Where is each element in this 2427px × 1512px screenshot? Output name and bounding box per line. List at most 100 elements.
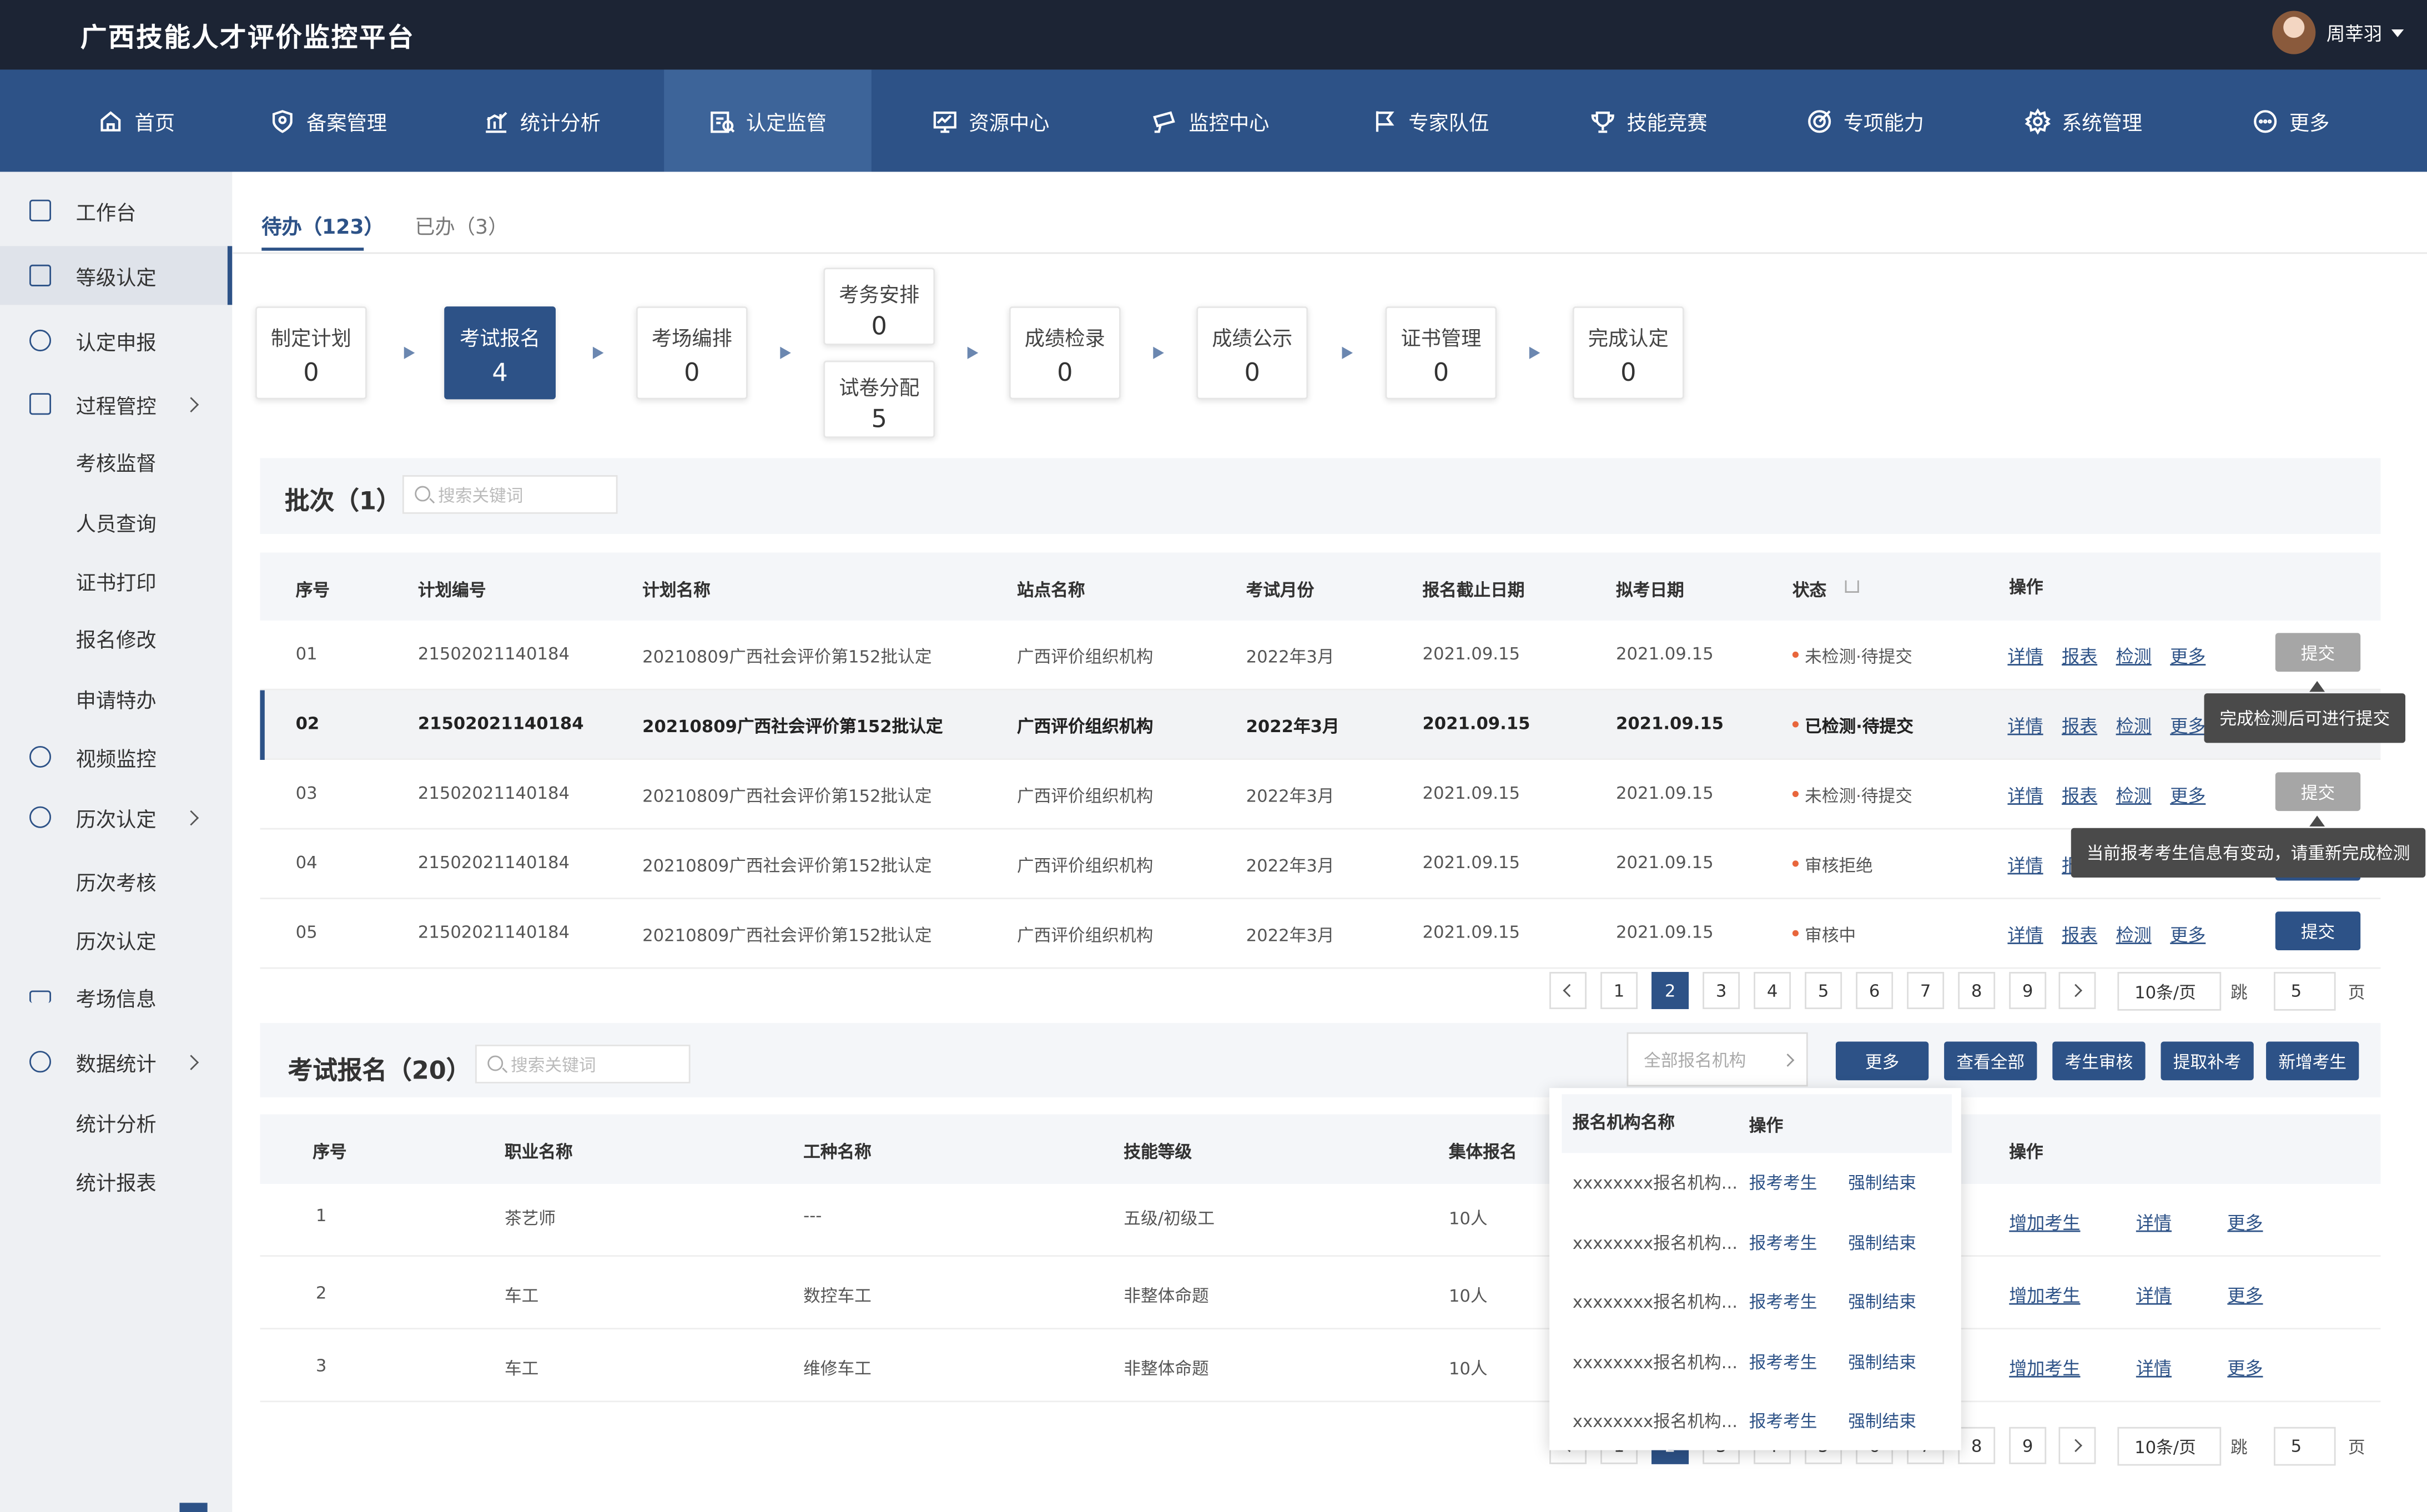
- report-link[interactable]: 报表: [2062, 644, 2097, 669]
- check-link[interactable]: 检测: [2116, 783, 2152, 808]
- page-button[interactable]: 6: [1856, 972, 1894, 1009]
- sidebar-item-workbench[interactable]: 工作台: [0, 181, 232, 240]
- user-name[interactable]: 周莘羽: [2327, 20, 2382, 46]
- step-complete[interactable]: 完成认定 0: [1572, 306, 1684, 400]
- nav-monitor[interactable]: 监控中心: [1127, 69, 1294, 172]
- detail-link[interactable]: 详情: [2007, 923, 2043, 947]
- filter-icon[interactable]: [1845, 580, 1859, 593]
- next-page-button[interactable]: [2058, 1427, 2096, 1464]
- detail-link[interactable]: 详情: [2136, 1283, 2172, 1308]
- page-button[interactable]: 9: [2009, 1427, 2047, 1464]
- detail-link[interactable]: 详情: [2007, 783, 2043, 808]
- more-button[interactable]: 更多: [1835, 1041, 1929, 1081]
- sidebar-sub-report[interactable]: 统计报表: [76, 1167, 157, 1197]
- nav-special[interactable]: 专项能力: [1781, 69, 1948, 172]
- force-end-link[interactable]: 强制结束: [1848, 1229, 1916, 1254]
- step-certificate[interactable]: 证书管理 0: [1385, 306, 1497, 400]
- nav-stats[interactable]: 统计分析: [458, 69, 625, 172]
- detail-link[interactable]: 详情: [2007, 644, 2043, 669]
- force-end-link[interactable]: 强制结束: [1848, 1349, 1916, 1374]
- add-candidate-link[interactable]: 增加考生: [2009, 1283, 2080, 1308]
- page-button[interactable]: 4: [1754, 972, 1791, 1009]
- tab-done[interactable]: 已办（3）: [415, 210, 508, 240]
- org-select[interactable]: 全部报名机构: [1627, 1032, 1808, 1087]
- submit-button[interactable]: 提交: [2275, 911, 2361, 951]
- nav-system[interactable]: 系统管理: [2000, 69, 2167, 172]
- nav-more[interactable]: 更多: [2229, 69, 2353, 172]
- sidebar-sub-people[interactable]: 人员查询: [76, 508, 157, 537]
- sidebar-sub-history-exam[interactable]: 历次考核: [76, 866, 157, 896]
- nav-contest[interactable]: 技能竞赛: [1565, 69, 1732, 172]
- more-link[interactable]: 更多: [2170, 783, 2206, 808]
- sidebar-item-process[interactable]: 过程管控: [0, 375, 232, 434]
- nav-certify[interactable]: 认定监管: [664, 69, 872, 172]
- submit-button[interactable]: 提交: [2275, 633, 2361, 672]
- step-affairs[interactable]: 考务安排 0: [823, 268, 935, 345]
- sidebar-item-apply[interactable]: 认定申报: [0, 311, 232, 370]
- add-candidate-link[interactable]: 增加考生: [2009, 1356, 2080, 1381]
- user-menu-caret-icon[interactable]: [2391, 29, 2404, 37]
- sidebar-sub-special[interactable]: 申请特办: [76, 684, 157, 714]
- more-link[interactable]: 更多: [2170, 923, 2206, 947]
- enroll-candidate-link[interactable]: 报考考生: [1749, 1229, 1817, 1254]
- step-venue[interactable]: 考场编排 0: [636, 306, 748, 400]
- step-paper[interactable]: 试卷分配 5: [823, 360, 935, 439]
- more-link[interactable]: 更多: [2227, 1283, 2263, 1308]
- detail-link[interactable]: 详情: [2007, 713, 2043, 738]
- avatar[interactable]: [2272, 11, 2316, 54]
- more-link[interactable]: 更多: [2227, 1210, 2263, 1235]
- more-link[interactable]: 更多: [2170, 713, 2206, 738]
- page-button[interactable]: 9: [2009, 972, 2047, 1009]
- enroll-candidate-link[interactable]: 报考考生: [1749, 1408, 1817, 1433]
- detail-link[interactable]: 详情: [2136, 1210, 2172, 1235]
- sidebar-sub-history-certify[interactable]: 历次认定: [76, 925, 157, 955]
- more-link[interactable]: 更多: [2170, 644, 2206, 669]
- check-link[interactable]: 检测: [2116, 644, 2152, 669]
- makeup-button[interactable]: 提取补考: [2161, 1041, 2254, 1081]
- force-end-link[interactable]: 强制结束: [1848, 1170, 1916, 1195]
- sidebar-sub-print[interactable]: 证书打印: [76, 567, 157, 596]
- enroll-search-input[interactable]: 搜索关键词: [475, 1045, 691, 1083]
- enroll-candidate-link[interactable]: 报考考生: [1749, 1289, 1817, 1314]
- sidebar-sub-analysis[interactable]: 统计分析: [76, 1108, 157, 1138]
- force-end-link[interactable]: 强制结束: [1848, 1408, 1916, 1433]
- jump-input[interactable]: 5: [2274, 1427, 2336, 1466]
- step-score-publish[interactable]: 成绩公示 0: [1196, 306, 1308, 400]
- sidebar-sub-supervise[interactable]: 考核监督: [76, 447, 157, 477]
- page-button[interactable]: 8: [1958, 1427, 1996, 1464]
- report-link[interactable]: 报表: [2062, 783, 2097, 808]
- page-button[interactable]: 1: [1600, 972, 1638, 1009]
- page-button[interactable]: 8: [1958, 972, 1996, 1009]
- page-button[interactable]: 2: [1651, 972, 1689, 1009]
- jump-input[interactable]: 5: [2274, 972, 2336, 1011]
- sidebar-item-venue[interactable]: 考场信息: [0, 967, 232, 1026]
- check-link[interactable]: 检测: [2116, 713, 2152, 738]
- sidebar-sub-modify[interactable]: 报名修改: [76, 624, 157, 653]
- more-link[interactable]: 更多: [2227, 1356, 2263, 1381]
- tab-todo[interactable]: 待办（123）: [261, 210, 384, 240]
- prev-page-button[interactable]: [1549, 972, 1587, 1009]
- page-button[interactable]: 3: [1703, 972, 1740, 1009]
- report-link[interactable]: 报表: [2062, 923, 2097, 947]
- nav-resource[interactable]: 资源中心: [907, 69, 1074, 172]
- enroll-candidate-link[interactable]: 报考考生: [1749, 1170, 1817, 1195]
- force-end-link[interactable]: 强制结束: [1848, 1289, 1916, 1314]
- step-enroll[interactable]: 考试报名 4: [444, 306, 556, 400]
- detail-link[interactable]: 详情: [2007, 853, 2043, 878]
- page-button[interactable]: 5: [1805, 972, 1842, 1009]
- scroll-indicator[interactable]: [179, 1503, 208, 1512]
- page-button[interactable]: 7: [1907, 972, 1945, 1009]
- nav-experts[interactable]: 专家队伍: [1347, 69, 1514, 172]
- view-all-button[interactable]: 查看全部: [1944, 1041, 2037, 1081]
- batch-search-input[interactable]: 搜索关键词: [402, 475, 618, 514]
- nav-home[interactable]: 首页: [74, 69, 198, 172]
- report-link[interactable]: 报表: [2062, 713, 2097, 738]
- step-score-check[interactable]: 成绩检录 0: [1009, 306, 1121, 400]
- next-page-button[interactable]: [2058, 972, 2096, 1009]
- sidebar-item-history[interactable]: 历次认定: [0, 788, 232, 846]
- nav-record[interactable]: 备案管理: [245, 69, 412, 172]
- check-link[interactable]: 检测: [2116, 923, 2152, 947]
- sidebar-item-data[interactable]: 数据统计: [0, 1032, 232, 1091]
- review-button[interactable]: 考生审核: [2052, 1041, 2146, 1081]
- per-page-select[interactable]: 10条/页: [2117, 972, 2222, 1011]
